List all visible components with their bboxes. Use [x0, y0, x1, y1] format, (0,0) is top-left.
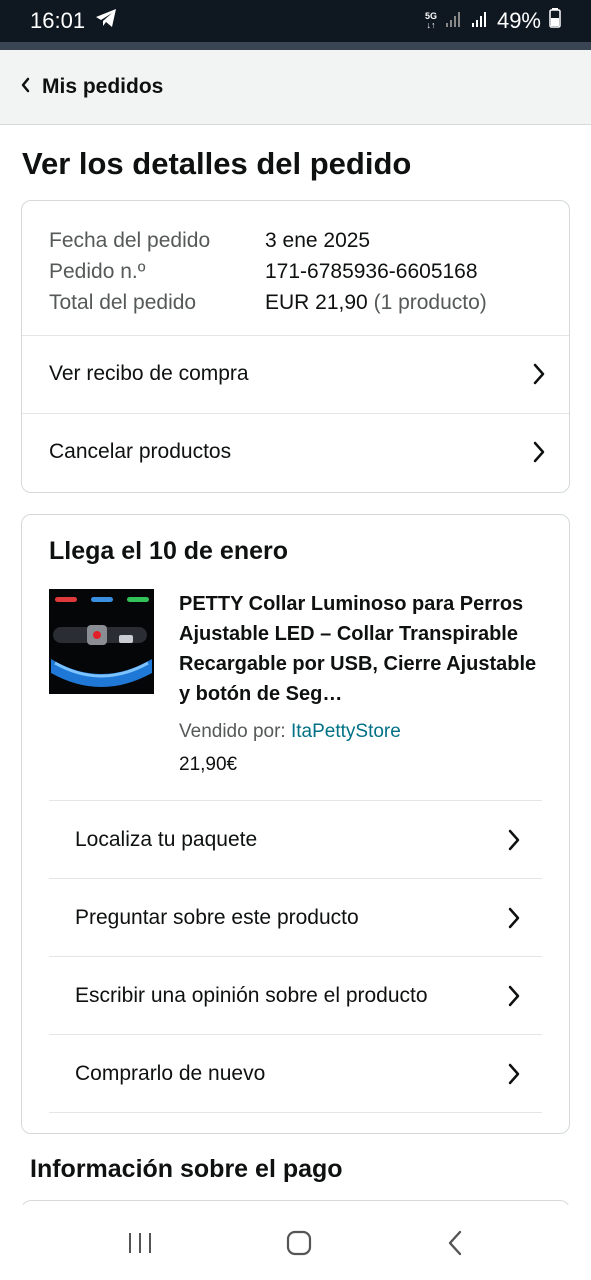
chevron-right-icon [506, 828, 522, 852]
clock: 16:01 [30, 8, 86, 33]
product-price: 21,90€ [179, 754, 238, 775]
order-summary-card: Fecha del pedido 3 ene 2025 Pedido n.º 1… [21, 200, 570, 493]
order-date-row: Fecha del pedido 3 ene 2025 [49, 225, 569, 256]
signal-icon [471, 8, 489, 34]
chevron-right-icon [506, 984, 522, 1008]
meta-label: Fecha del pedido [49, 229, 211, 252]
seller-label: Vendido por: [179, 721, 286, 742]
chevron-left-icon[interactable] [20, 76, 30, 99]
page-title: Ver los detalles del pedido [22, 146, 412, 181]
telegram-icon [95, 8, 117, 34]
ask-about-product-link[interactable]: Preguntar sobre este producto [49, 878, 542, 956]
action-label: Escribir una opinión sobre el producto [75, 983, 428, 1007]
link-label: Cancelar productos [49, 440, 232, 463]
write-review-link[interactable]: Escribir una opinión sobre el producto [49, 956, 542, 1034]
meta-label: Total del pedido [49, 291, 197, 314]
battery-percent: 49% [496, 8, 541, 33]
meta-value: 3 ene 2025 [265, 229, 371, 252]
seller-link[interactable]: ItaPettyStore [291, 721, 401, 742]
cancel-items-link[interactable]: Cancelar productos [22, 413, 569, 491]
action-label: Localiza tu paquete [75, 827, 258, 851]
buy-again-link[interactable]: Comprarlo de nuevo [49, 1034, 542, 1112]
network-type-icon: 5G ↓↑ [424, 11, 437, 30]
order-total: EUR 21,90 [265, 291, 368, 314]
status-left: 16:01 [30, 8, 117, 34]
action-label: Preguntar sobre este producto [75, 905, 359, 929]
link-label: Ver recibo de compra [49, 362, 249, 385]
meta-label: Pedido n.º [49, 260, 146, 283]
network-label: 5G [424, 11, 437, 21]
arrival-heading: Llega el 10 de enero [49, 537, 288, 565]
signal-icon [445, 8, 463, 34]
home-icon[interactable] [286, 1230, 312, 1256]
action-label: Comprarlo de nuevo [75, 1061, 266, 1085]
payment-heading: Información sobre el pago [30, 1155, 343, 1183]
item-count: (1 producto) [373, 291, 487, 314]
order-total-row: Total del pedido EUR 21,90 (1 producto) [49, 287, 569, 318]
meta-value: EUR 21,90 (1 producto) [265, 287, 487, 318]
status-right: 5G ↓↑ 49% [425, 8, 561, 34]
chevron-right-icon [531, 362, 547, 386]
track-package-link[interactable]: Localiza tu paquete [49, 800, 542, 878]
order-meta: Fecha del pedido 3 ene 2025 Pedido n.º 1… [22, 201, 569, 318]
app-top-stripe [0, 42, 591, 50]
divider [49, 1112, 542, 1113]
meta-value: 171-6785936-6605168 [265, 260, 478, 283]
back-bar[interactable]: Mis pedidos [0, 50, 591, 125]
chevron-right-icon [531, 440, 547, 464]
chevron-right-icon [506, 906, 522, 930]
shipment-card: Llega el 10 de enero PETTY Collar Lumino… [21, 514, 570, 1134]
product-image[interactable] [49, 589, 154, 694]
view-receipt-link[interactable]: Ver recibo de compra [22, 335, 569, 413]
system-nav-bar [0, 1205, 591, 1280]
chevron-right-icon [506, 1062, 522, 1086]
seller-line: Vendido por: ItaPettyStore [179, 721, 401, 743]
order-number-row: Pedido n.º 171-6785936-6605168 [49, 256, 569, 287]
status-bar: 16:01 5G ↓↑ 49% [0, 0, 591, 42]
product-title-link[interactable]: PETTY Collar Luminoso para Perros Ajusta… [179, 589, 549, 709]
battery-icon [549, 8, 561, 34]
recent-apps-icon[interactable] [127, 1231, 153, 1255]
back-icon[interactable] [446, 1229, 464, 1257]
back-link-label[interactable]: Mis pedidos [42, 75, 163, 99]
